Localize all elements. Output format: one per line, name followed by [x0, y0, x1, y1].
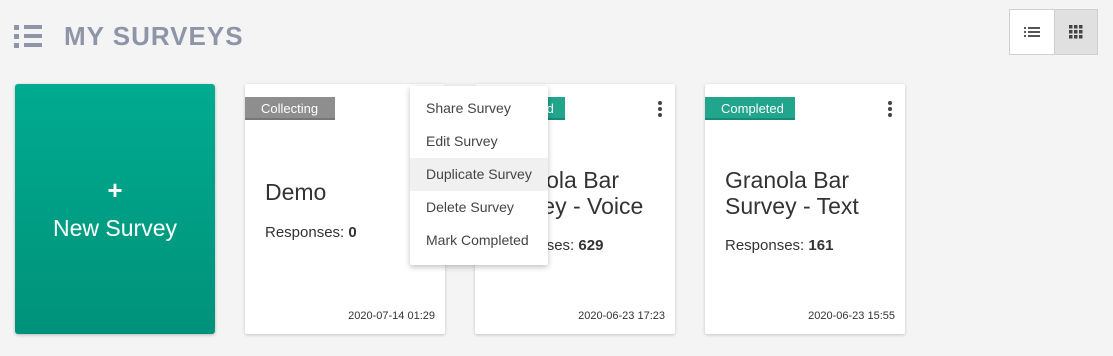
new-survey-card[interactable]: + New Survey	[15, 84, 215, 334]
survey-date: 2020-06-23 15:55	[808, 310, 895, 322]
more-options-icon[interactable]	[657, 101, 663, 117]
responses-count: Responses: 0	[265, 224, 357, 241]
responses-count: Responses: 161	[725, 237, 833, 254]
list-view-icon	[1023, 27, 1040, 37]
responses-label: Responses:	[725, 237, 805, 254]
survey-date: 2020-07-14 01:29	[348, 310, 435, 322]
grid-view-icon	[1068, 25, 1083, 39]
delete-survey-menu-item[interactable]: Delete Survey	[410, 191, 548, 224]
survey-title-line1: Granola Bar	[725, 167, 850, 193]
status-badge: Collecting	[245, 97, 335, 120]
page-title: MY SURVEYS	[64, 20, 244, 51]
survey-context-menu: Share Survey Edit Survey Duplicate Surve…	[410, 86, 548, 265]
page-header: MY SURVEYS	[14, 18, 244, 54]
list-icon	[14, 23, 44, 49]
edit-survey-menu-item[interactable]: Edit Survey	[410, 125, 548, 158]
responses-label: Responses:	[265, 224, 345, 241]
status-badge: Completed	[705, 97, 795, 120]
share-survey-menu-item[interactable]: Share Survey	[410, 92, 548, 125]
more-options-icon[interactable]	[887, 101, 893, 117]
survey-card[interactable]: Completed Granola Bar Survey - Text Resp…	[705, 84, 905, 334]
survey-date: 2020-06-23 17:23	[578, 310, 665, 322]
duplicate-survey-menu-item[interactable]: Duplicate Survey	[410, 158, 548, 191]
list-view-button[interactable]	[1010, 10, 1054, 54]
mark-completed-menu-item[interactable]: Mark Completed	[410, 224, 548, 257]
plus-icon: +	[107, 174, 123, 205]
responses-value: 161	[808, 237, 834, 254]
survey-title: Demo	[265, 179, 327, 205]
view-toggle	[1009, 9, 1098, 55]
survey-title-line2: Survey - Text	[725, 193, 859, 219]
responses-value: 629	[578, 237, 604, 254]
survey-title: Granola Bar Survey - Text	[725, 167, 859, 219]
grid-view-button[interactable]	[1053, 10, 1097, 54]
responses-value: 0	[348, 224, 357, 241]
new-survey-label: New Survey	[53, 214, 177, 241]
